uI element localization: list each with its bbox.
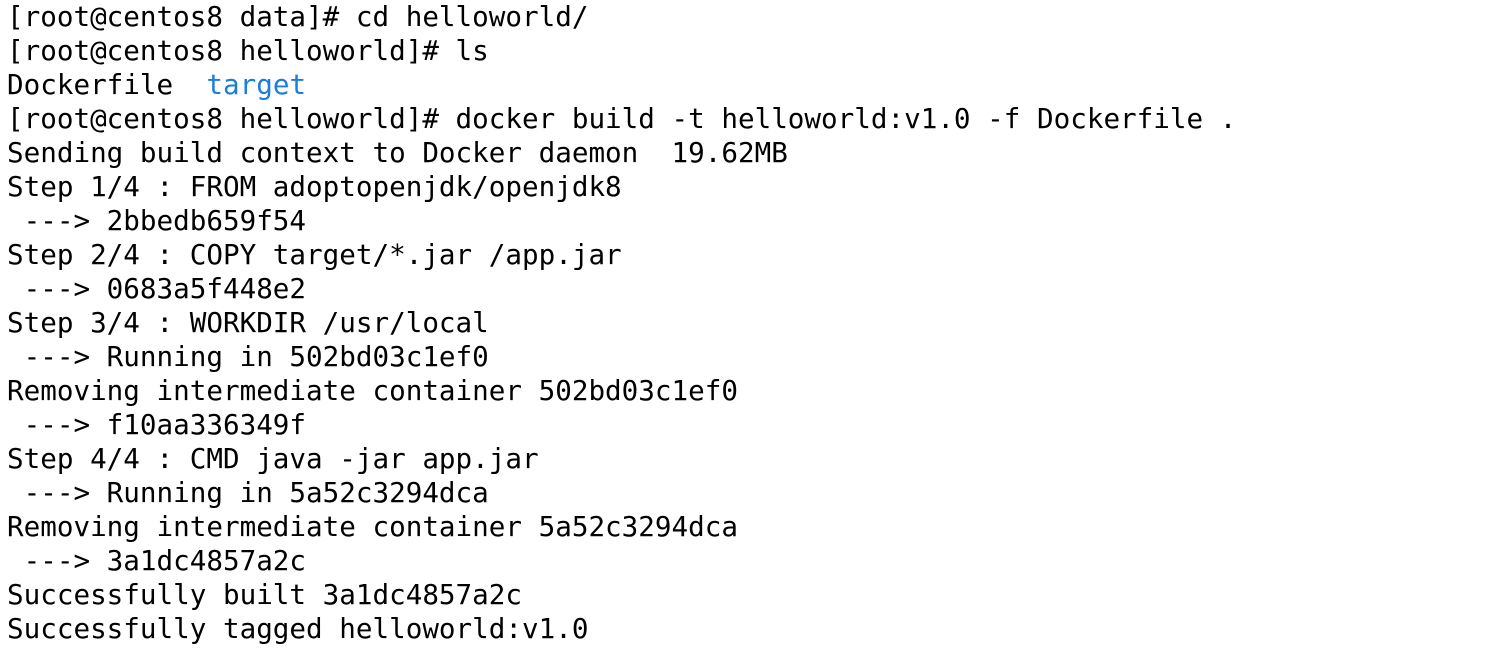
terminal-line-next-prompt-partial — [7, 646, 1482, 650]
terminal-line-step-2: Step 2/4 : COPY target/*.jar /app.jar — [7, 238, 622, 271]
terminal-line-step-4-running: ---> Running in 5a52c3294dca — [7, 476, 489, 509]
terminal-line-step-2-result: ---> 0683a5f448e2 — [7, 272, 307, 305]
terminal-line-step-3: Step 3/4 : WORKDIR /usr/local — [7, 306, 489, 339]
terminal-line-cd: [root@centos8 data]# cd helloworld/ — [7, 0, 589, 33]
ls-dir-target: target — [206, 68, 307, 101]
terminal-line-docker-build: [root@centos8 helloworld]# docker build … — [7, 102, 1237, 135]
terminal-line-step-1-result: ---> 2bbedb659f54 — [7, 204, 307, 237]
terminal-line-step-3-running: ---> Running in 502bd03c1ef0 — [7, 340, 489, 373]
terminal-line-step-4: Step 4/4 : CMD java -jar app.jar — [7, 442, 539, 475]
ls-file-dockerfile: Dockerfile — [7, 68, 174, 101]
terminal-line-step-3-removing: Removing intermediate container 502bd03c… — [7, 374, 738, 407]
terminal-line-step-3-result: ---> f10aa336349f — [7, 408, 307, 441]
terminal-line-step-4-result: ---> 3a1dc4857a2c — [7, 544, 307, 577]
terminal-line-tagged: Successfully tagged helloworld:v1.0 — [7, 612, 589, 645]
terminal-output[interactable]: [root@centos8 data]# cd helloworld/ [roo… — [7, 0, 1482, 650]
terminal-line-step-4-removing: Removing intermediate container 5a52c329… — [7, 510, 738, 543]
terminal-line-step-1: Step 1/4 : FROM adoptopenjdk/openjdk8 — [7, 170, 622, 203]
terminal-line-sending-context: Sending build context to Docker daemon 1… — [7, 136, 788, 169]
terminal-line-built: Successfully built 3a1dc4857a2c — [7, 578, 522, 611]
terminal-line-ls-output: Dockerfile target — [7, 68, 1482, 102]
terminal-line-ls-command: [root@centos8 helloworld]# ls — [7, 34, 489, 67]
